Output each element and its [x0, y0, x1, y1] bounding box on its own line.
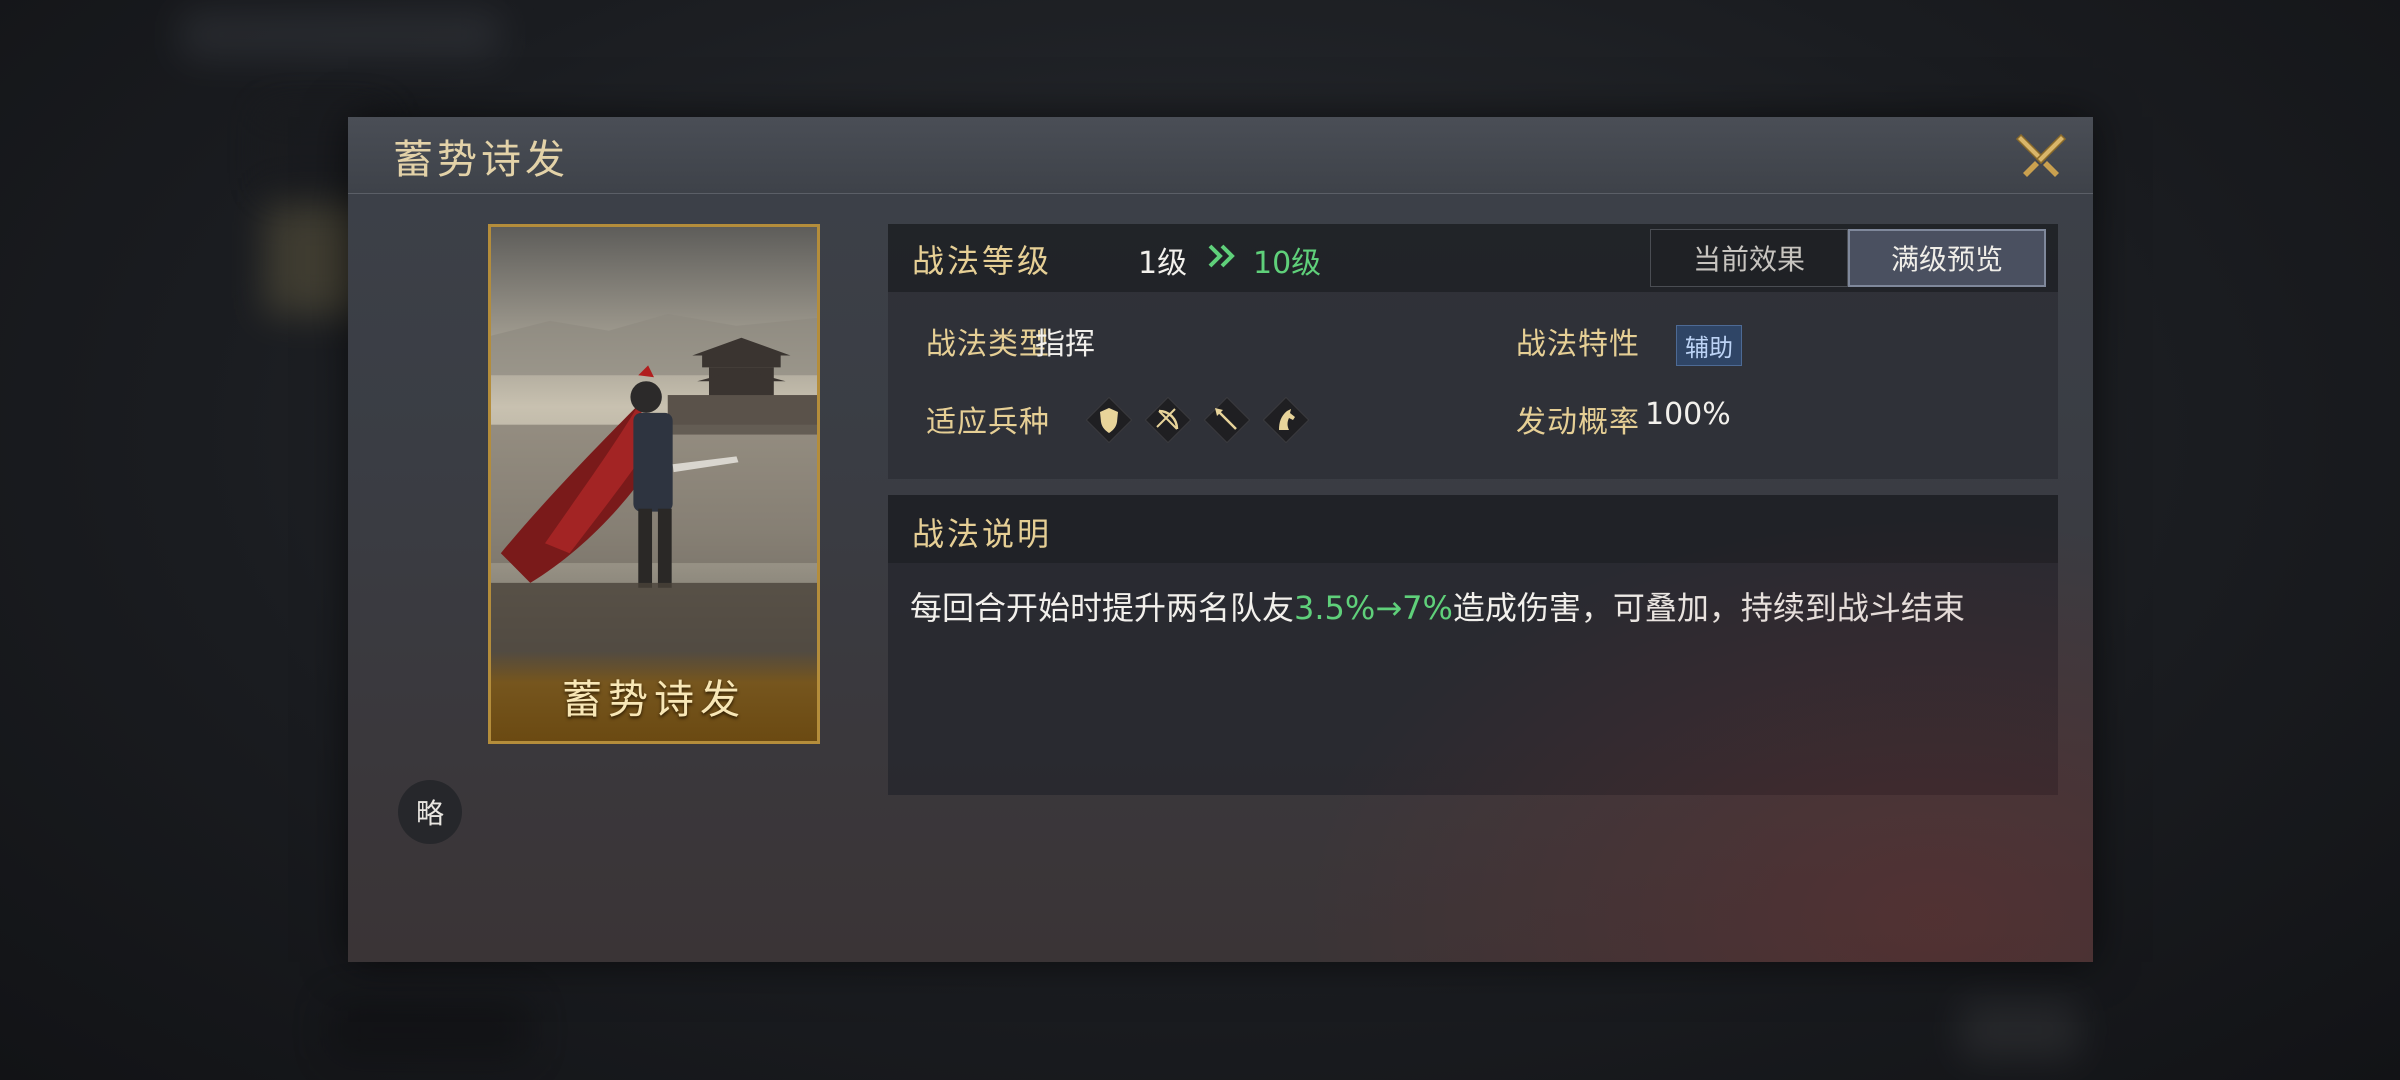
dialog-title: 蓄势诗发 [393, 137, 569, 183]
card-name-band: 蓄势诗发 [491, 651, 817, 741]
description-highlight: 3.5%→7% [1294, 589, 1453, 627]
effect-tabs: 当前效果 满级预览 [1650, 229, 2046, 287]
card-name: 蓄势诗发 [562, 677, 746, 723]
background-top-bar [180, 10, 500, 60]
tactic-card: 蓄势诗发 [488, 224, 820, 744]
troop-type-icons [1086, 397, 1309, 443]
rate-value: 100% [1645, 397, 1731, 432]
trait-value-badge: 辅助 [1676, 325, 1742, 366]
type-label: 战法类型 [926, 327, 1050, 362]
rate-label: 发动概率 [1516, 405, 1640, 440]
tab-current-effect[interactable]: 当前效果 [1650, 229, 1848, 287]
bow-icon [1145, 397, 1191, 443]
strategy-type-badge: 略 [398, 780, 462, 844]
dialog-header: 蓄势诗发 [348, 117, 2093, 194]
tab-max-level-preview[interactable]: 满级预览 [1848, 229, 2046, 287]
description-header: 战法说明 [888, 495, 2058, 563]
tactic-description-panel: 战法说明 每回合开始时提升两名队友3.5%→7%造成伤害，可叠加，持续到战斗结束 [888, 495, 2058, 795]
description-title: 战法说明 [912, 515, 1053, 553]
description-text: 每回合开始时提升两名队友3.5%→7%造成伤害，可叠加，持续到战斗结束 [910, 583, 1965, 629]
shield-icon [1086, 397, 1132, 443]
trait-label: 战法特性 [1516, 327, 1640, 362]
horse-icon [1263, 397, 1309, 443]
tactic-detail-dialog: 蓄势诗发 蓄势诗发 略 战法等级 1级 10级 当前效果 满级预览 战法类型 指… [348, 117, 2093, 962]
level-from: 1级 [1138, 246, 1188, 281]
close-button[interactable] [2013, 127, 2069, 183]
spear-icon [1204, 397, 1250, 443]
crossed-swords-close-icon [2015, 133, 2067, 177]
background-bottom-button [330, 1000, 530, 1060]
description-text-after: 造成伤害，可叠加，持续到战斗结束 [1452, 589, 1965, 627]
type-value: 指挥 [1035, 327, 1095, 362]
level-bar: 战法等级 1级 10级 当前效果 满级预览 [888, 224, 2058, 292]
level-to: 10级 [1253, 246, 1322, 281]
troops-label: 适应兵种 [926, 405, 1050, 440]
double-chevron-right-icon [1208, 244, 1235, 268]
tactic-info-panel: 战法等级 1级 10级 当前效果 满级预览 战法类型 指挥 战法特性 适应兵种 … [888, 224, 2058, 479]
background-bottom-right-button [1960, 1000, 2080, 1060]
level-label: 战法等级 [912, 242, 1053, 280]
description-text-before: 每回合开始时提升两名队友 [910, 589, 1295, 627]
